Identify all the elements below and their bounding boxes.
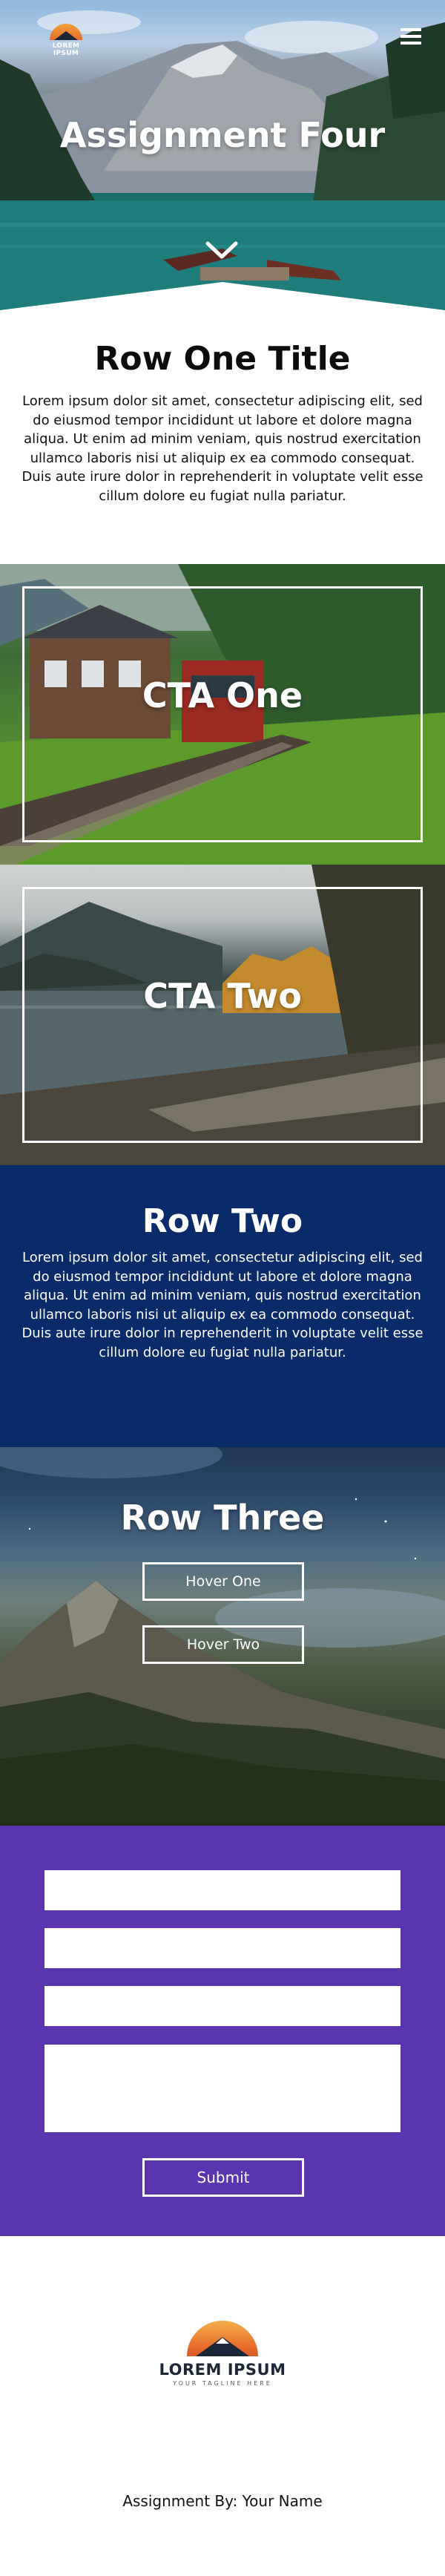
logo-mark-icon	[50, 24, 82, 40]
form-field-1[interactable]	[44, 1870, 400, 1910]
footer-logo-tagline: YOUR TAGLINE HERE	[173, 2380, 272, 2387]
row-two-title: Row Two	[142, 1202, 303, 1240]
row-three-title: Row Three	[120, 1498, 325, 1538]
row-two-body: Lorem ipsum dolor sit amet, consectetur …	[22, 1250, 423, 1360]
chevron-down-icon[interactable]	[205, 239, 239, 261]
row-three-background	[0, 1431, 445, 1826]
form-field-3[interactable]	[44, 1986, 400, 2026]
footer: LOREM IPSUM YOUR TAGLINE HERE Assignment…	[0, 2236, 445, 2576]
page: LOREM IPSUM Assignment Four Row One Titl…	[0, 0, 445, 2576]
cta-one-section: CTA One	[0, 564, 445, 865]
hamburger-icon[interactable]	[400, 28, 421, 46]
contact-form: Submit	[0, 1826, 445, 2236]
hero-section: LOREM IPSUM Assignment Four	[0, 0, 445, 312]
row-one-section: Row One Title Lorem ipsum dolor sit amet…	[0, 312, 445, 564]
cta-two-title: CTA Two	[143, 976, 302, 1016]
cta-one-title: CTA One	[142, 675, 303, 715]
logo-text: LOREM IPSUM	[52, 42, 80, 57]
cta-two-section: CTA Two	[0, 865, 445, 1165]
row-one-title: Row One Title	[94, 340, 351, 378]
page-title: Assignment Four	[59, 115, 386, 155]
footer-logo[interactable]: LOREM IPSUM YOUR TAGLINE HERE	[0, 2321, 445, 2387]
hero-divider	[0, 282, 445, 312]
submit-button[interactable]: Submit	[142, 2158, 304, 2197]
row-two-section: Row Two Lorem ipsum dolor sit amet, cons…	[0, 1165, 445, 1447]
form-field-2[interactable]	[44, 1928, 400, 1968]
form-message-field[interactable]	[44, 2045, 400, 2132]
hover-one-button[interactable]: Hover One	[142, 1562, 304, 1601]
hover-two-button[interactable]: Hover Two	[142, 1625, 304, 1664]
mountain-sun-icon	[187, 2321, 258, 2356]
row-two-point	[0, 1410, 445, 1447]
row-one-body: Lorem ipsum dolor sit amet, consectetur …	[22, 393, 423, 504]
row-three-section: Row Three Hover One Hover Two	[0, 1410, 445, 1826]
site-logo[interactable]: LOREM IPSUM	[39, 24, 93, 57]
footer-logo-name: LOREM IPSUM	[159, 2361, 286, 2379]
footer-credit: Assignment By: Your Name	[122, 2492, 323, 2510]
